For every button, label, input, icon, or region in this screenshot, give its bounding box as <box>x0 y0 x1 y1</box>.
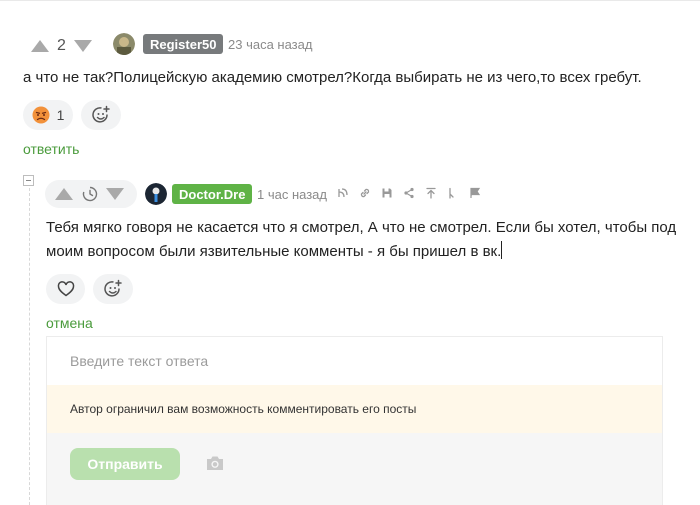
report-flag-icon[interactable] <box>469 187 481 199</box>
comment2-text-line2: моим вопросом были язвительные комменты … <box>46 240 503 264</box>
comment2-vote <box>45 180 137 208</box>
add-reaction-button[interactable] <box>93 274 133 304</box>
comment1-rating: 2 <box>57 37 66 54</box>
comment2-text-line2-content: моим вопросом были язвительные комменты … <box>46 243 502 260</box>
thread-line <box>29 188 30 505</box>
top-divider <box>0 0 700 8</box>
reply-link[interactable]: ответить <box>23 141 79 157</box>
like-button[interactable] <box>46 274 85 304</box>
reply-form: Введите текст ответа Автор ограничил вам… <box>46 336 663 505</box>
comment2-time[interactable]: 1 час назад <box>257 187 327 202</box>
send-button[interactable]: Отправить <box>70 448 180 480</box>
comment2-actions <box>337 187 481 199</box>
comment2-username[interactable]: Doctor.Dre <box>172 184 253 204</box>
sad-face-emoji-icon <box>32 106 50 124</box>
comment1-text: а что не так?Полицейскую академию смотре… <box>23 69 642 86</box>
heart-icon <box>57 281 74 297</box>
upvote-icon[interactable] <box>31 40 49 52</box>
upvote-icon[interactable] <box>55 188 73 200</box>
branch-icon[interactable] <box>337 187 349 199</box>
camera-icon[interactable] <box>205 455 225 476</box>
scroll-up-icon[interactable] <box>425 187 437 199</box>
comment1-time[interactable]: 23 часа назад <box>228 37 312 52</box>
smiley-plus-icon <box>92 105 110 123</box>
avatar[interactable] <box>145 183 167 205</box>
collapse-thread-button[interactable] <box>23 175 34 186</box>
reaction-count: 1 <box>56 107 65 123</box>
hide-icon[interactable] <box>447 187 459 199</box>
downvote-icon[interactable] <box>106 188 124 200</box>
smiley-plus-icon <box>104 279 122 297</box>
form-toolbar: Отправить <box>47 433 662 505</box>
reaction-chip[interactable]: 1 <box>23 100 73 130</box>
timer-icon <box>82 186 97 202</box>
save-icon[interactable] <box>381 187 393 199</box>
downvote-icon[interactable] <box>73 40 92 52</box>
text-cursor <box>501 241 503 259</box>
cancel-link[interactable]: отмена <box>46 315 93 331</box>
avatar[interactable] <box>113 33 135 55</box>
comment2-text-line1: Тебя мягко говоря не касается что я смот… <box>46 219 677 236</box>
share-icon[interactable] <box>403 187 415 199</box>
comment1-vote: 2 <box>31 37 92 55</box>
comment1-username[interactable]: Register50 <box>143 34 224 54</box>
restriction-notice: Автор ограничил вам возможность комменти… <box>47 385 662 433</box>
add-reaction-button[interactable] <box>81 100 121 130</box>
reply-input[interactable]: Введите текст ответа <box>47 337 662 385</box>
link-icon[interactable] <box>359 187 371 199</box>
